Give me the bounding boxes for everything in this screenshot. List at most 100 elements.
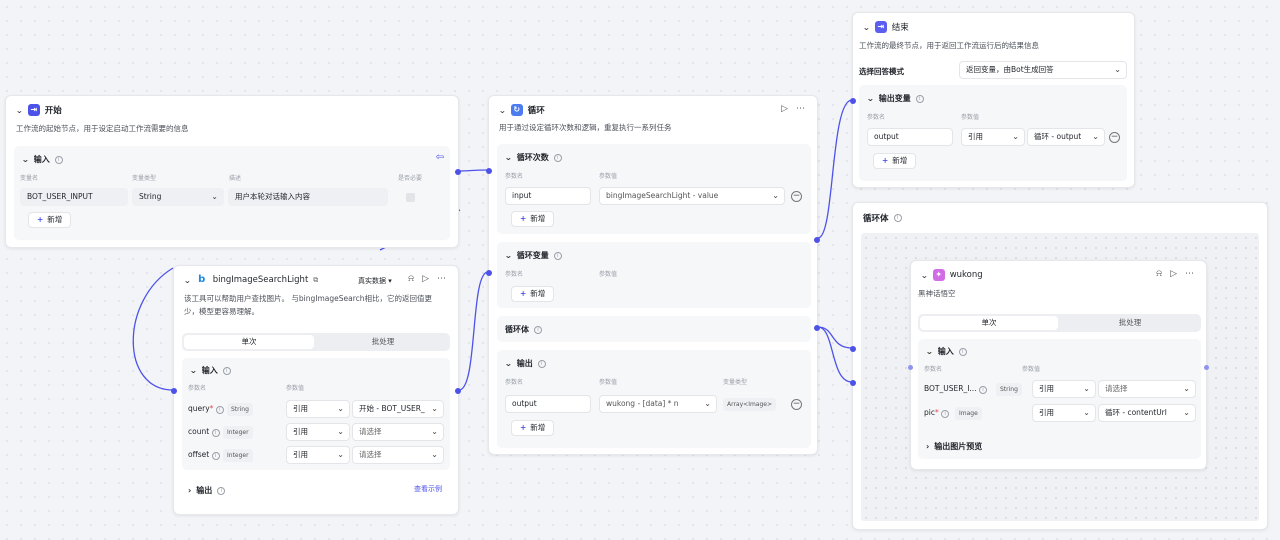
value-select[interactable]: 循环 - output ⌄ xyxy=(1027,128,1105,146)
chevron-down-icon[interactable]: ⌄ xyxy=(504,359,512,368)
import-icon[interactable]: ⇦ xyxy=(436,152,444,163)
end-out-name-field[interactable]: output xyxy=(867,128,953,146)
preview-label: 输出图片预览 xyxy=(934,442,983,451)
info-icon: i xyxy=(553,251,562,260)
loop-vars-section: ⌄ 循环变量 i 参数名 参数值 + 新增 xyxy=(497,242,811,308)
loop-count-section: ⌄ 循环次数 i 参数名 参数值 input bingImageSearchLigh… xyxy=(497,144,811,234)
count-name-field[interactable]: input xyxy=(505,187,591,205)
loop-node[interactable]: ⌄ ↻ 循环 ▷ ⋯ 用于通过设定循环次数和逻辑，重复执行一系列任务 ⌄ 循环次数 i 参… xyxy=(486,95,820,455)
loop-title: 循环 xyxy=(527,106,545,116)
add-button[interactable]: + 新增 xyxy=(511,211,555,227)
chevron-right-icon[interactable]: › xyxy=(926,442,929,451)
loop-icon: ↻ xyxy=(510,104,523,116)
ref-select[interactable]: 引用 ⌄ xyxy=(1032,404,1096,422)
value-select[interactable]: 开始 - BOT_USER_ ⌄ xyxy=(352,400,444,418)
ref-select[interactable]: 引用 ⌄ xyxy=(1032,380,1096,398)
tab-batch[interactable]: 批处理 xyxy=(318,335,448,349)
add-button[interactable]: + 新增 xyxy=(873,153,917,169)
tab-single[interactable]: 单次 xyxy=(184,335,314,349)
copy-icon[interactable]: ⧉ xyxy=(313,276,318,285)
col-param-name: 参数名 xyxy=(924,366,943,373)
more-icon[interactable]: ⋯ xyxy=(1185,269,1194,279)
body-in-port[interactable] xyxy=(850,346,856,352)
chevron-down-icon[interactable]: ⌄ xyxy=(925,347,933,356)
more-icon[interactable]: ⋯ xyxy=(796,104,805,114)
play-icon[interactable]: ▷ xyxy=(781,104,788,114)
param-type-tag: Integer xyxy=(223,426,253,439)
loop-body-port[interactable] xyxy=(814,325,820,331)
data-mode-select[interactable]: 真实数据 ▾ xyxy=(358,276,392,286)
info-icon: i xyxy=(915,94,924,103)
chevron-down-icon[interactable]: ⌄ xyxy=(504,251,512,260)
remove-icon[interactable]: − xyxy=(1109,132,1120,143)
chevron-down-icon[interactable]: ⌄ xyxy=(15,106,23,115)
add-button[interactable]: + 新增 xyxy=(511,286,555,302)
remove-icon[interactable]: − xyxy=(791,191,802,202)
remove-icon[interactable]: − xyxy=(791,399,802,410)
body-out-port[interactable] xyxy=(850,380,856,386)
loop-count-label: 循环次数 xyxy=(516,153,549,162)
count-value-select[interactable]: bingImageSearchLight - value ⌄ xyxy=(599,187,785,205)
value-select[interactable]: 循环 - contentUrl ⌄ xyxy=(1098,404,1196,422)
out-name-field[interactable]: output xyxy=(505,395,591,413)
add-button[interactable]: + 新增 xyxy=(511,420,555,436)
loop-desc: 用于通过设定循环次数和逻辑，重复执行一系列任务 xyxy=(499,123,672,132)
bing-node[interactable]: ⌄ b bingImageSearchLight ⧉ 真实数据 ▾ ⍾ ▷ ⋯ 该工具可以… xyxy=(171,265,461,515)
value-select[interactable]: 请选择 ⌄ xyxy=(352,446,444,464)
required-checkbox[interactable] xyxy=(406,193,415,202)
chevron-down-icon[interactable]: ⌄ xyxy=(498,106,506,115)
chevron-down-icon[interactable]: ⌄ xyxy=(189,366,197,375)
loop-body-section: 循环体 i xyxy=(497,316,811,342)
var-type-select[interactable]: String ⌄ xyxy=(132,188,224,206)
chevron-down-icon[interactable]: ⌄ xyxy=(183,276,191,285)
chevron-right-icon[interactable]: › xyxy=(188,486,191,495)
ref-select[interactable]: 引用 ⌄ xyxy=(286,446,350,464)
output-port[interactable] xyxy=(455,169,461,175)
more-icon[interactable]: ⋯ xyxy=(437,274,446,284)
answer-mode-select[interactable]: 返回变量，由Bot生成回答 ⌄ xyxy=(959,61,1127,79)
data-mode-value: 真实数据 xyxy=(358,277,386,285)
chevron-down-icon[interactable]: ⌄ xyxy=(504,153,512,162)
input-port[interactable] xyxy=(486,168,492,174)
preview-header[interactable]: › 输出图片预览 xyxy=(926,441,982,452)
chevron-down-icon: ⌄ xyxy=(337,427,344,436)
col-param-value: 参数值 xyxy=(599,271,618,278)
play-icon[interactable]: ▷ xyxy=(1170,269,1177,279)
bing-title: bingImageSearchLight xyxy=(212,275,309,285)
bell-off-icon[interactable]: ⍾ xyxy=(1156,269,1162,279)
chevron-down-icon: ⌄ xyxy=(337,450,344,459)
ref-select[interactable]: 引用 ⌄ xyxy=(961,128,1025,146)
play-icon[interactable]: ▷ xyxy=(422,274,429,284)
output-port[interactable] xyxy=(455,388,461,394)
add-button[interactable]: + 新增 xyxy=(28,212,72,228)
value-select[interactable]: 请选择 ⌄ xyxy=(1098,380,1196,398)
ref-select[interactable]: 引用 ⌄ xyxy=(286,423,350,441)
param-type-tag: String xyxy=(227,403,253,416)
chevron-down-icon[interactable]: ⌄ xyxy=(920,271,928,280)
mode-tabs: 单次 批处理 xyxy=(182,333,450,351)
var-name-field[interactable]: BOT_USER_INPUT xyxy=(20,188,128,206)
output-port[interactable] xyxy=(814,237,820,243)
col-param-value: 参数值 xyxy=(286,385,305,392)
input-port[interactable] xyxy=(171,388,177,394)
var-desc-field[interactable]: 用户本轮对话输入内容 xyxy=(228,188,388,206)
bell-off-icon[interactable]: ⍾ xyxy=(408,274,414,284)
tab-batch[interactable]: 批处理 xyxy=(1061,316,1199,330)
bing-output-header[interactable]: › 输出 i xyxy=(188,485,226,496)
end-node[interactable]: ⌄ ⇥ 结束 工作流的最终节点，用于返回工作流运行后的结果信息 选择回答模式 返回变… xyxy=(850,12,1135,188)
chevron-down-icon[interactable]: ⌄ xyxy=(862,23,870,32)
loop-vars-port[interactable] xyxy=(486,270,492,276)
chevron-down-icon[interactable]: ⌄ xyxy=(21,155,29,164)
input-port[interactable] xyxy=(908,365,913,370)
value-select[interactable]: 请选择 ⌄ xyxy=(352,423,444,441)
chevron-down-icon[interactable]: ⌄ xyxy=(866,94,874,103)
view-example-link[interactable]: 查看示例 xyxy=(414,484,442,494)
wukong-node[interactable]: ⌄ ✦ wukong ⍾ ▷ ⋯ 黑神话悟空 单次 批处理 ⌄ 输入 i 参数名 参数值 B… xyxy=(908,260,1209,470)
info-icon: i xyxy=(534,325,542,334)
input-port[interactable] xyxy=(850,98,856,104)
start-node[interactable]: ⌄ ⇥ 开始 工作流的起始节点，用于设定启动工作流需要的信息 ⌄ 输入 i ⇦ 变量名 … xyxy=(5,95,461,248)
ref-select[interactable]: 引用 ⌄ xyxy=(286,400,350,418)
tab-single[interactable]: 单次 xyxy=(920,316,1058,330)
output-port[interactable] xyxy=(1204,365,1209,370)
out-value-select[interactable]: wukong - [data] * n ⌄ xyxy=(599,395,717,413)
